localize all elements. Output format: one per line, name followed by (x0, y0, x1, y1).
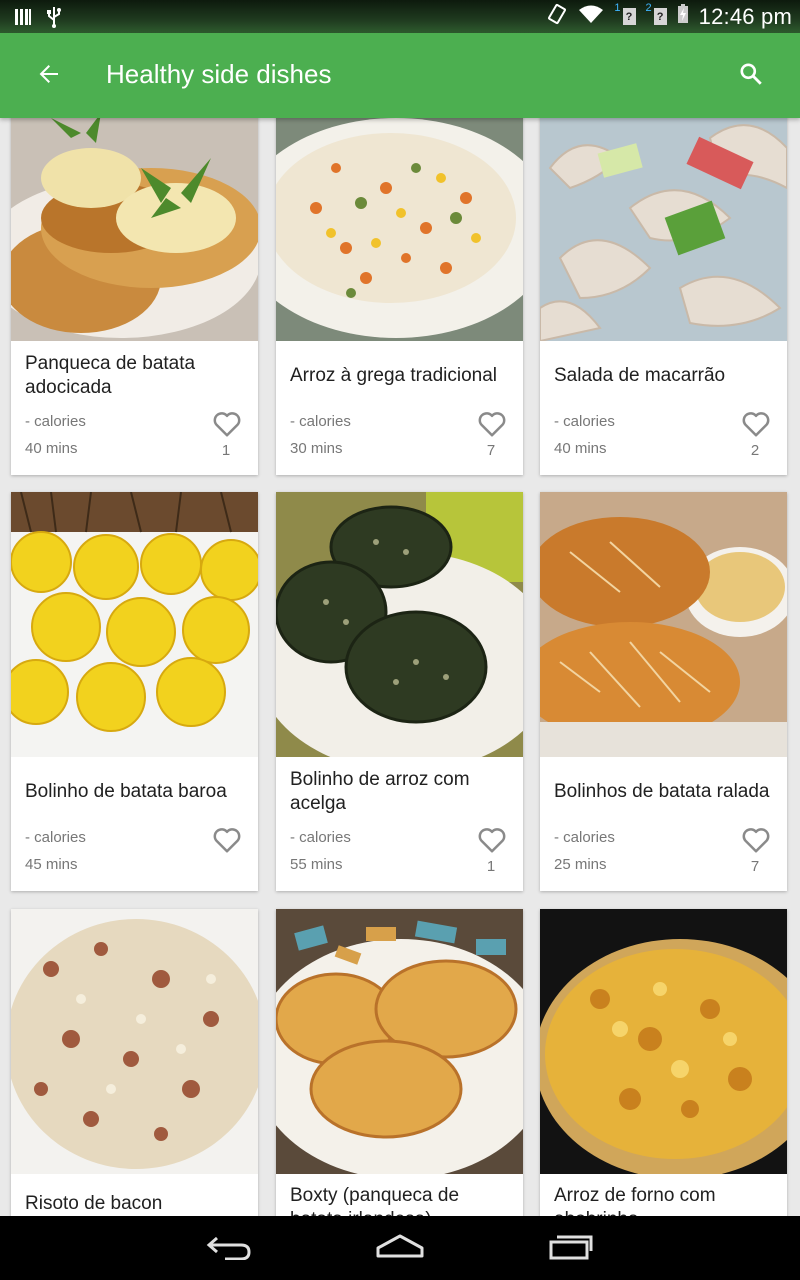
recipe-name: Bolinho de arroz com acelga (290, 769, 470, 814)
like-count: 7 (750, 858, 760, 875)
recipe-time: 40 mins (25, 440, 78, 457)
recipe-name: Arroz à grega tradicional (290, 365, 497, 386)
recipe-name: Bolinhos de batata ralada (554, 781, 770, 802)
back-button[interactable] (28, 55, 70, 97)
arrow-back-icon (37, 62, 61, 91)
favorite-heart-icon[interactable] (477, 410, 507, 438)
like-count: 7 (486, 442, 496, 459)
recipe-calories: - calories (25, 413, 86, 430)
nav-recents-icon (547, 1232, 595, 1265)
usb-icon (46, 6, 62, 33)
recipe-card[interactable]: Bolinhos de batata ralada - calories 25 … (540, 492, 787, 891)
recipe-card[interactable]: Panqueca de batata adocicada - calories … (11, 118, 258, 475)
recipe-image (540, 909, 787, 1174)
recipe-name: Boxty (panqueca de batata irlandesa) (290, 1185, 460, 1216)
navigation-bar (0, 1216, 800, 1280)
nav-back-icon (205, 1232, 253, 1265)
recipe-time: 40 mins (554, 440, 607, 457)
recipe-calories: - calories (554, 829, 615, 846)
clock: 12:46 pm (698, 3, 792, 29)
like-count: 1 (221, 442, 231, 459)
sim2-unknown-icon: ? (653, 8, 667, 25)
favorite-heart-icon[interactable] (212, 410, 242, 438)
app-bar: Healthy side dishes (0, 33, 800, 118)
recipe-time: 55 mins (290, 856, 343, 873)
recipe-time: 45 mins (25, 856, 78, 873)
like-count: 2 (750, 442, 760, 459)
recipe-name: Risoto de bacon (25, 1193, 163, 1214)
like-count: 1 (486, 858, 496, 875)
recipe-image (540, 118, 787, 341)
nav-back-button[interactable] (199, 1230, 259, 1266)
recipe-name: Panqueca de batata adocicada (25, 353, 196, 398)
bars-notification-icon (14, 8, 32, 31)
recipe-card[interactable]: Salada de macarrão - calories 40 mins 2 (540, 118, 787, 475)
recipe-image (11, 492, 258, 757)
sim1-label: 1 (614, 1, 621, 14)
recipe-image (540, 492, 787, 757)
recipe-time: 30 mins (290, 440, 343, 457)
recipe-card[interactable]: Bolinho de batata baroa - calories 45 mi… (11, 492, 258, 891)
recipe-card[interactable]: Arroz à grega tradicional - calories 30 … (276, 118, 523, 475)
recipe-card[interactable]: Arroz de forno com abobrinha (540, 909, 787, 1216)
recipe-image (276, 492, 523, 757)
recipe-image (11, 118, 258, 341)
recipe-name: Arroz de forno com abobrinha (554, 1185, 716, 1216)
recipe-card[interactable]: Bolinho de arroz com acelga - calories 5… (276, 492, 523, 891)
recipe-calories: - calories (290, 413, 351, 430)
nav-recents-button[interactable] (541, 1230, 601, 1266)
recipe-name: Bolinho de batata baroa (25, 781, 227, 802)
recipe-time: 25 mins (554, 856, 607, 873)
recipe-calories: - calories (554, 413, 615, 430)
sim2-label: 2 (645, 1, 652, 14)
recipe-image (276, 118, 523, 341)
recipe-name: Salada de macarrão (554, 365, 726, 386)
favorite-heart-icon[interactable] (741, 826, 771, 854)
nav-home-icon (374, 1232, 426, 1265)
nav-home-button[interactable] (370, 1230, 430, 1266)
recipe-image (11, 909, 258, 1174)
recipe-card[interactable]: Boxty (panqueca de batata irlandesa) (276, 909, 523, 1216)
recipe-card[interactable]: Risoto de bacon (11, 909, 258, 1216)
recipe-image (276, 909, 523, 1174)
status-bar: 1 ? 2 ? 12:46 pm (0, 0, 800, 33)
recipe-calories: - calories (290, 829, 351, 846)
battery-charging-icon (677, 4, 689, 29)
wifi-icon (578, 4, 604, 29)
vibrate-icon (546, 3, 568, 30)
sim1-unknown-icon: ? (622, 8, 636, 25)
recipe-grid: Panqueca de batata adocicada - calories … (0, 118, 800, 1216)
favorite-heart-icon[interactable] (741, 410, 771, 438)
favorite-heart-icon[interactable] (212, 826, 242, 854)
page-title: Healthy side dishes (106, 59, 332, 89)
search-icon (738, 61, 764, 92)
search-button[interactable] (728, 53, 774, 99)
recipe-calories: - calories (25, 829, 86, 846)
favorite-heart-icon[interactable] (477, 826, 507, 854)
